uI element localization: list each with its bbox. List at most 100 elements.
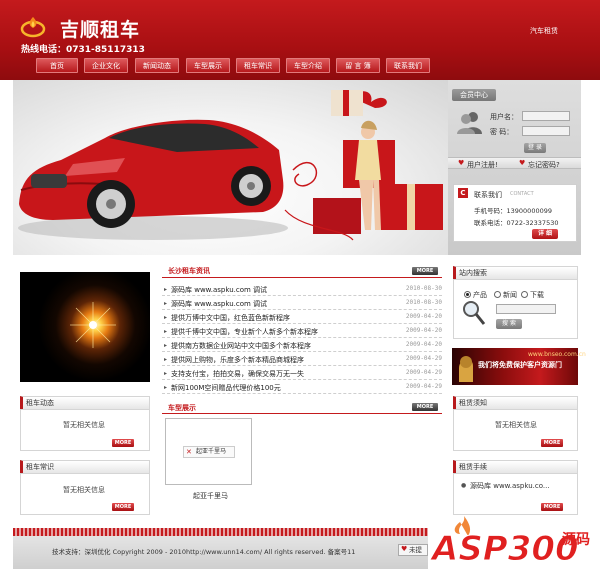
bullet-icon: ▸ xyxy=(164,314,168,321)
news-more-button[interactable]: MORE xyxy=(412,267,438,275)
nav-item-contact[interactable]: 联系我们 xyxy=(386,58,430,73)
news-item[interactable]: ▸ 提供网上购物，乐度多个新本精品商城程序 2009-04-29 xyxy=(162,353,442,366)
news-item-date: 2010-08-30 xyxy=(405,285,442,292)
news-item[interactable]: ▸ 提供千博中文中国，专业新个人新多个新本程序 2009-04-20 xyxy=(162,325,442,338)
footer-decor-band xyxy=(13,528,428,536)
heart-icon: ♥ xyxy=(458,159,465,167)
site-search-header: 站内搜索 xyxy=(453,266,578,280)
nav-item-car-intro[interactable]: 车型介绍 xyxy=(286,58,330,73)
search-option-product-radio[interactable] xyxy=(464,291,471,298)
contact-subtitle: CONTACT xyxy=(510,191,534,197)
news-item-date: 2010-08-30 xyxy=(405,299,442,306)
forgot-password-link[interactable]: 忘记密码? xyxy=(528,160,560,170)
magnifier-search-icon xyxy=(463,301,486,325)
ad-banner-text: 我们将免费保护客户资源门 xyxy=(478,361,562,369)
watermark-suffix: 源码 xyxy=(562,531,590,548)
news-item[interactable]: ▸ 源码库 www.aspku.com 调试 2010-08-30 xyxy=(162,297,442,310)
search-option-news-radio[interactable] xyxy=(494,291,501,298)
rental-news-empty: 暂无相关信息 xyxy=(63,421,105,429)
search-option-download-label: 下载 xyxy=(530,291,544,299)
news-item[interactable]: ▸ 提供万博中文中国，红色蓝色新新程序 2009-04-20 xyxy=(162,311,442,324)
news-item-date: 2009-04-29 xyxy=(405,383,442,390)
password-input[interactable] xyxy=(522,126,570,136)
rental-news-header: 租车动态 xyxy=(20,396,150,410)
search-option-news-label: 新闻 xyxy=(503,291,517,299)
news-section-title: 长沙租车资讯 xyxy=(168,267,210,275)
news-item-title[interactable]: 提供万博中文中国，红色蓝色新新程序 xyxy=(171,313,290,323)
news-item[interactable]: ▸ 新网100M空间赠品代理价格100元 2009-04-29 xyxy=(162,381,442,394)
contact-details-button[interactable]: 详 细 xyxy=(532,229,558,239)
news-item[interactable]: ▸ 源码库 www.aspku.com 调试 2010-08-30 xyxy=(162,283,442,296)
users-icon xyxy=(457,112,482,134)
login-button[interactable]: 登 录 xyxy=(524,143,546,153)
rental-notice-empty: 暂无相关信息 xyxy=(495,421,537,429)
news-item-date: 2009-04-20 xyxy=(405,327,442,334)
broken-image-icon: ✕ xyxy=(186,448,192,456)
news-item-title[interactable]: 提供网上购物，乐度多个新本精品商城程序 xyxy=(171,355,304,365)
search-button[interactable]: 搜 索 xyxy=(496,319,522,329)
car-banner-illustration xyxy=(18,90,443,241)
register-link[interactable]: 用户注册! xyxy=(467,160,498,170)
bullet-icon: ▸ xyxy=(164,356,168,363)
bullet-icon: ● xyxy=(461,482,467,489)
news-item-date: 2009-04-20 xyxy=(405,313,442,320)
nav-item-car-display[interactable]: 车型展示 xyxy=(186,58,230,73)
news-item-title[interactable]: 提供千博中文中国，专业新个人新多个新本程序 xyxy=(171,327,318,337)
watermark-brand: ASP300 xyxy=(430,529,579,569)
password-label: 密 码： xyxy=(490,128,514,136)
nav-item-rental-tips[interactable]: 租车常识 xyxy=(236,58,280,73)
news-item[interactable]: ▸ 提供南方数据企业网站中文中国多个新本程序 2009-04-20 xyxy=(162,339,442,352)
rental-news-more-button[interactable]: MORE xyxy=(112,439,134,447)
nav-item-culture[interactable]: 企业文化 xyxy=(84,58,128,73)
news-item-title[interactable]: 支持支付宝，拍拍交易，确保交易万无一失 xyxy=(171,369,304,379)
car-display-title: 车型展示 xyxy=(168,404,196,412)
site-name[interactable]: 吉顺租车 xyxy=(60,15,140,42)
nav-item-home[interactable]: 首页 xyxy=(36,58,78,73)
contact-mobile: 手机号码：13900000099 xyxy=(474,207,552,215)
asp300-watermark-logo: ASP300 源码 xyxy=(430,516,590,569)
car-display-more-button[interactable]: MORE xyxy=(412,403,438,411)
news-item-date: 2009-04-29 xyxy=(405,355,442,362)
search-input[interactable] xyxy=(496,304,556,314)
car-caption[interactable]: 起亚千里马 xyxy=(193,491,228,501)
rental-notice-more-button[interactable]: MORE xyxy=(541,439,563,447)
top-link-car-rental[interactable]: 汽车租赁 xyxy=(530,26,558,36)
hotline-text: 热线电话：0731-85117313 xyxy=(21,45,145,55)
rental-notice-header: 租赁须知 xyxy=(453,396,578,410)
rental-process-item[interactable]: 源码库 www.aspku.co... xyxy=(470,481,550,491)
nav-item-news[interactable]: 新闻动态 xyxy=(135,58,179,73)
news-item[interactable]: ▸ 支持支付宝，拍拍交易，确保交易万无一失 2009-04-29 xyxy=(162,367,442,380)
news-item-title[interactable]: 新网100M空间赠品代理价格100元 xyxy=(171,383,281,393)
username-label: 用户名： xyxy=(490,113,518,121)
light-burst-icon xyxy=(70,302,116,348)
bullet-icon: ▸ xyxy=(164,300,168,307)
nav-item-guestbook[interactable]: 留 言 簿 xyxy=(336,58,380,73)
username-input[interactable] xyxy=(522,111,570,121)
member-center-title: 会员中心 xyxy=(452,89,496,101)
contact-c-icon: C xyxy=(458,188,468,198)
search-option-product-label: 产品 xyxy=(473,291,487,299)
search-option-download-radio[interactable] xyxy=(521,291,528,298)
bullet-icon: ▸ xyxy=(164,384,168,391)
favorite-icon: ♥ xyxy=(401,545,408,553)
contact-phone: 联系电话：0722-32337530 xyxy=(474,219,559,227)
bullet-icon: ▸ xyxy=(164,370,168,377)
rental-tips-empty: 暂无相关信息 xyxy=(63,486,105,494)
news-item-title[interactable]: 提供南方数据企业网站中文中国多个新本程序 xyxy=(171,341,311,351)
news-item-title[interactable]: 源码库 www.aspku.com 调试 xyxy=(171,299,267,309)
car-display-divider xyxy=(162,413,442,414)
rental-process-header: 租赁手续 xyxy=(453,460,578,474)
bullet-icon: ▸ xyxy=(164,342,168,349)
news-divider xyxy=(162,277,442,278)
logo-flame-icon xyxy=(20,17,46,38)
lion-statue-icon xyxy=(459,356,473,382)
rental-tips-more-button[interactable]: MORE xyxy=(112,503,134,511)
news-item-date: 2009-04-29 xyxy=(405,369,442,376)
news-item-date: 2009-04-20 xyxy=(405,341,442,348)
rental-process-more-button[interactable]: MORE xyxy=(541,503,563,511)
news-item-title[interactable]: 源码库 www.aspku.com 调试 xyxy=(171,285,267,295)
bullet-icon: ▸ xyxy=(164,286,168,293)
rental-tips-header: 租车常识 xyxy=(20,460,150,474)
ad-domain: www.bnseo.com.cn xyxy=(528,351,586,358)
heart-icon: ♥ xyxy=(519,159,526,167)
